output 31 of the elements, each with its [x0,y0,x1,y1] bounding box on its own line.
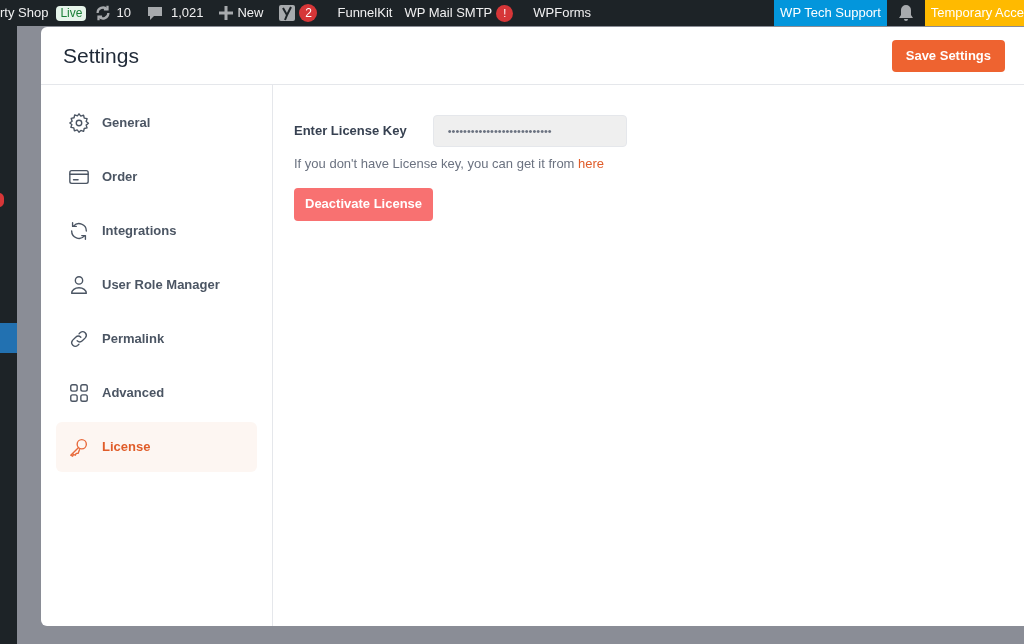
settings-nav-item[interactable]: Order [56,152,257,202]
admin-bar-link[interactable]: FunnelKit [337,3,393,23]
alert-badge: ! [496,4,514,22]
plus-icon [219,6,234,20]
link-icon [68,328,90,350]
comments-link[interactable]: 1,021 [170,3,204,23]
admin-bar-link[interactable]: WPForms [533,3,592,23]
license-key-field[interactable]: ••••••••••••••••••••••••••• [432,115,627,147]
seo-plugin-icon [279,4,296,22]
active-menu-marker [0,323,17,353]
live-badge: Live [56,5,87,21]
license-help-text: If you don't have License key, you can get it from here [294,155,606,173]
modal-title: Settings [63,42,139,69]
comment-icon [146,5,163,21]
sync-icon [68,220,90,242]
get-license-link[interactable]: here [578,156,605,171]
new-link[interactable]: New [237,3,264,23]
grid-icon [68,382,90,404]
settings-icon [68,112,90,134]
settings-nav-item[interactable]: General [56,98,257,148]
settings-nav-item[interactable]: Advanced [56,368,257,418]
count-badge: 2 [299,4,318,22]
settings-nav-item[interactable]: Integrations [56,206,257,256]
updates-link[interactable]: 10 [116,3,131,23]
admin-bar-link[interactable]: WP Mail SMTP [404,3,493,23]
user-icon [68,274,90,296]
license-key-label: Enter License Key [294,122,407,141]
settings-nav-item[interactable]: User Role Manager [56,260,257,310]
key-icon [68,436,90,458]
settings-nav-item[interactable]: Permalink [56,314,257,364]
site-name-link[interactable]: rty Shop [0,3,49,23]
